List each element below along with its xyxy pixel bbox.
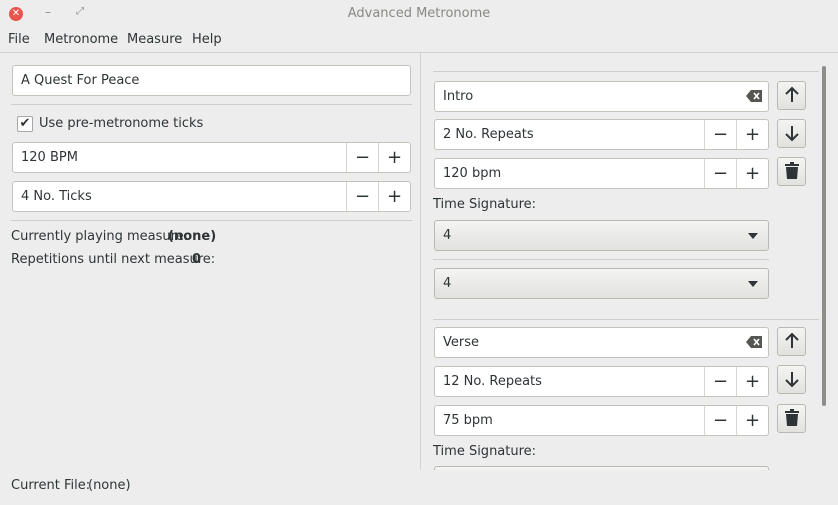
- move-up-button[interactable]: [777, 81, 806, 110]
- title-bar: ✕ – ⤢ Advanced Metronome: [0, 0, 838, 28]
- separator: [11, 104, 412, 105]
- separator: [433, 319, 819, 320]
- time-signature-label: Time Signature:: [433, 197, 537, 212]
- current-file-label: Current File:: [11, 478, 91, 493]
- decrement-button[interactable]: −: [704, 367, 736, 396]
- bpm-stepper[interactable]: 120 bpm − +: [434, 158, 769, 189]
- song-name-input[interactable]: A Quest For Peace: [12, 65, 411, 96]
- time-signature-top-select[interactable]: 4: [434, 220, 769, 251]
- selected-value: 4: [443, 228, 452, 243]
- menu-file[interactable]: File: [8, 32, 30, 47]
- arrow-down-icon: [784, 372, 799, 388]
- separator: [11, 220, 412, 221]
- trash-icon: [784, 162, 799, 179]
- menu-help[interactable]: Help: [192, 32, 222, 47]
- window-title: Advanced Metronome: [347, 6, 491, 21]
- increment-button[interactable]: +: [378, 182, 410, 211]
- decrement-button[interactable]: −: [704, 120, 736, 149]
- increment-button[interactable]: +: [736, 159, 768, 188]
- decrement-button[interactable]: −: [704, 159, 736, 188]
- separator: [433, 259, 769, 260]
- chevron-down-icon: [748, 281, 758, 287]
- playing-measure-value: (none): [168, 229, 217, 244]
- increment-button[interactable]: +: [736, 120, 768, 149]
- time-signature-label: Time Signature:: [433, 444, 537, 459]
- arrow-down-icon: [784, 126, 799, 142]
- menu-metronome[interactable]: Metronome: [44, 32, 118, 47]
- decrement-button[interactable]: −: [346, 182, 378, 211]
- repeats-value[interactable]: 2 No. Repeats: [443, 120, 534, 149]
- measure-name-value: Verse: [443, 335, 479, 350]
- repeats-stepper[interactable]: 12 No. Repeats − +: [434, 366, 769, 397]
- pre-ticks-bpm-value[interactable]: 120 BPM: [21, 143, 78, 172]
- separator: [433, 71, 819, 72]
- pre-ticks-label: Use pre-metronome ticks: [39, 116, 204, 131]
- bpm-stepper[interactable]: 75 bpm − +: [434, 405, 769, 436]
- decrement-button[interactable]: −: [704, 406, 736, 435]
- selected-value: 4: [443, 276, 452, 291]
- repetitions-value: 0: [192, 252, 202, 267]
- repeats-value[interactable]: 12 No. Repeats: [443, 367, 542, 396]
- bpm-value[interactable]: 75 bpm: [443, 406, 493, 435]
- move-up-button[interactable]: [777, 327, 806, 356]
- arrow-up-icon: [784, 86, 799, 102]
- pre-ticks-count-stepper[interactable]: 4 No. Ticks − +: [12, 181, 411, 212]
- chevron-down-icon: [748, 233, 758, 239]
- pre-ticks-checkbox[interactable]: ✔: [17, 116, 33, 132]
- pre-ticks-count-value[interactable]: 4 No. Ticks: [21, 182, 92, 211]
- current-file-value: (none): [88, 478, 131, 493]
- repeats-stepper[interactable]: 2 No. Repeats − +: [434, 119, 769, 150]
- pre-ticks-bpm-stepper[interactable]: 120 BPM − +: [12, 142, 411, 173]
- move-down-button[interactable]: [777, 365, 806, 394]
- measure-name-value: Intro: [443, 89, 474, 104]
- time-signature-top-select[interactable]: [434, 466, 769, 470]
- delete-measure-button[interactable]: [777, 404, 806, 433]
- delete-measure-button[interactable]: [777, 157, 806, 186]
- repetitions-label: Repetitions until next measure:: [11, 252, 216, 267]
- move-down-button[interactable]: [777, 119, 806, 148]
- scrollbar[interactable]: [822, 66, 826, 406]
- increment-button[interactable]: +: [378, 143, 410, 172]
- increment-button[interactable]: +: [736, 367, 768, 396]
- menu-measure[interactable]: Measure: [127, 32, 182, 47]
- measure-name-input[interactable]: Intro: [434, 81, 769, 112]
- bpm-value[interactable]: 120 bpm: [443, 159, 501, 188]
- clear-text-icon[interactable]: [746, 90, 762, 102]
- decrement-button[interactable]: −: [346, 143, 378, 172]
- arrow-up-icon: [784, 332, 799, 348]
- measures-list[interactable]: Intro 2 No. Repeats − + 120 bpm − + Time…: [421, 53, 838, 470]
- time-signature-bottom-select[interactable]: 4: [434, 268, 769, 299]
- increment-button[interactable]: +: [736, 406, 768, 435]
- playing-measure-label: Currently playing measure:: [11, 229, 189, 244]
- menu-bar: File Metronome Measure Help: [0, 28, 838, 53]
- measure-name-input[interactable]: Verse: [434, 327, 769, 358]
- trash-icon: [784, 409, 799, 426]
- clear-text-icon[interactable]: [746, 336, 762, 348]
